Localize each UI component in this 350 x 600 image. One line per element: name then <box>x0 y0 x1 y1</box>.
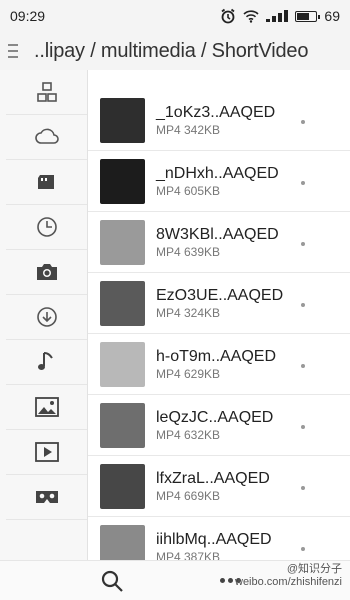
selection-dot-icon[interactable] <box>301 181 305 185</box>
file-name: 8W3KBl..AAQED <box>156 225 279 243</box>
file-meta: MP4 387KB <box>156 549 221 561</box>
selection-dot-icon[interactable] <box>301 425 305 429</box>
wifi-icon <box>243 9 259 23</box>
battery-icon <box>295 10 321 22</box>
file-name: h-oT9m..AAQED <box>156 347 277 365</box>
music-icon <box>36 350 58 374</box>
sd-card-icon <box>36 172 58 192</box>
file-meta: MP4 342KB <box>156 122 221 137</box>
file-row[interactable]: _1oKz3..AAQED MP4 342KB <box>88 90 350 151</box>
sidebar-item-cloud[interactable] <box>6 115 87 160</box>
cloud-icon <box>34 127 60 147</box>
alarm-icon <box>220 8 236 24</box>
file-row[interactable]: _nDHxh..AAQED MP4 605KB <box>88 151 350 212</box>
sidebar-item-camera[interactable] <box>6 250 87 295</box>
sidebar-item-vr[interactable] <box>6 475 87 520</box>
video-thumbnail <box>100 402 145 448</box>
file-meta: MP4 605KB <box>156 183 221 198</box>
watermark-line2: weibo.com/zhishifenzi <box>235 576 342 588</box>
file-name: lfxZraL..AAQED <box>156 469 270 487</box>
selection-dot-icon[interactable] <box>301 364 305 368</box>
video-thumbnail <box>100 280 145 326</box>
signal-icon <box>266 10 289 22</box>
vr-glasses-icon <box>35 488 59 506</box>
selection-dot-icon[interactable] <box>301 486 305 490</box>
file-list: _1oKz3..AAQED MP4 342KB _nDHxh..AAQED MP4 … <box>88 70 350 560</box>
video-thumbnail <box>100 524 145 560</box>
sidebar-item-videos[interactable] <box>6 430 87 475</box>
file-row[interactable]: h-oT9m..AAQED MP4 629KB <box>88 334 350 395</box>
selection-dot-icon[interactable] <box>301 547 305 551</box>
file-meta: MP4 632KB <box>156 427 221 442</box>
breadcrumb[interactable]: ..lipay / multimedia / ShortVideo <box>34 40 308 63</box>
file-row[interactable]: EzO3UE..AAQED MP4 324KB <box>88 273 350 334</box>
sidebar-item-images[interactable] <box>6 385 87 430</box>
sidebar-item-recent[interactable] <box>6 205 87 250</box>
sidebar-item-sd-card[interactable] <box>6 160 87 205</box>
file-name: _1oKz3..AAQED <box>156 103 276 121</box>
sidebar-item-music[interactable] <box>6 340 87 385</box>
video-thumbnail <box>100 463 145 509</box>
video-thumbnail <box>100 97 145 143</box>
status-time: 09:29 <box>10 8 46 24</box>
watermark: @知识分子 weibo.com/zhishifenzi <box>235 563 342 589</box>
clock-icon <box>35 215 59 239</box>
selection-dot-icon[interactable] <box>301 120 305 124</box>
file-row[interactable]: 8W3KBl..AAQED MP4 639KB <box>88 212 350 273</box>
image-icon <box>34 397 59 417</box>
battery-level: 69 <box>324 8 340 24</box>
selection-dot-icon[interactable] <box>301 242 305 246</box>
category-icon <box>36 81 58 103</box>
sidebar-item-downloads[interactable] <box>6 295 87 340</box>
video-thumbnail <box>100 341 145 387</box>
file-row[interactable]: iihlbMq..AAQED MP4 387KB <box>88 517 350 560</box>
video-thumbnail <box>100 219 145 265</box>
file-name: iihlbMq..AAQED <box>156 530 272 548</box>
status-icons: 69 <box>220 8 340 24</box>
file-meta: MP4 629KB <box>156 366 221 381</box>
sidebar <box>0 70 88 560</box>
file-meta: MP4 324KB <box>156 305 221 320</box>
download-icon <box>35 305 59 329</box>
video-icon <box>34 442 59 462</box>
path-bar: ..lipay / multimedia / ShortVideo <box>0 32 350 70</box>
search-icon[interactable] <box>100 569 124 598</box>
watermark-line1: @知识分子 <box>286 563 342 575</box>
video-thumbnail <box>100 158 145 204</box>
selection-dot-icon[interactable] <box>301 303 305 307</box>
file-meta: MP4 639KB <box>156 244 221 259</box>
file-row[interactable]: lfxZraL..AAQED MP4 669KB <box>88 456 350 517</box>
camera-icon <box>35 262 59 282</box>
file-meta: MP4 669KB <box>156 488 221 503</box>
file-row[interactable]: leQzJC..AAQED MP4 632KB <box>88 395 350 456</box>
sidebar-item-category[interactable] <box>6 70 87 115</box>
status-bar: 09:29 69 <box>0 0 350 32</box>
file-name: _nDHxh..AAQED <box>156 164 279 182</box>
file-name: leQzJC..AAQED <box>156 408 274 426</box>
menu-icon[interactable] <box>8 44 24 58</box>
bottom-bar: @知识分子 weibo.com/zhishifenzi <box>0 560 350 600</box>
file-name: EzO3UE..AAQED <box>156 286 284 304</box>
